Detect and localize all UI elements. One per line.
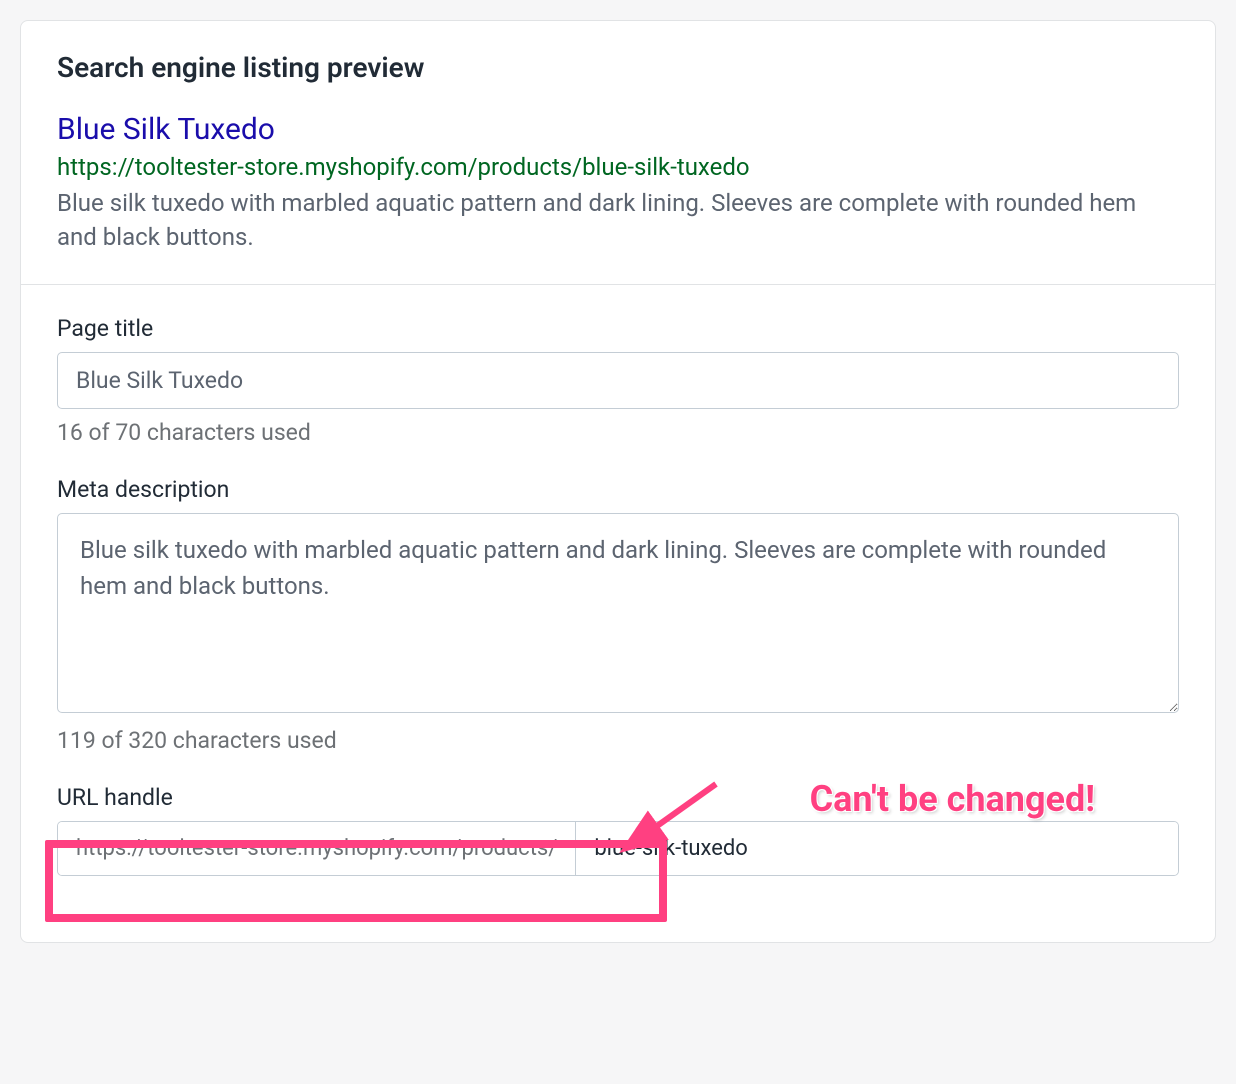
page-title-input[interactable]: [57, 352, 1179, 409]
url-handle-container: https://tooltester-store.myshopify.com/p…: [57, 821, 1179, 876]
url-handle-input[interactable]: [576, 822, 1178, 875]
seo-card: Search engine listing preview Blue Silk …: [20, 20, 1216, 943]
preview-section: Search engine listing preview Blue Silk …: [21, 21, 1215, 285]
preview-title: Blue Silk Tuxedo: [57, 112, 1179, 147]
meta-description-helper: 119 of 320 characters used: [57, 727, 1179, 754]
form-section: Page title 16 of 70 characters used Meta…: [21, 285, 1215, 942]
meta-description-input[interactable]: [57, 513, 1179, 713]
meta-description-group: Meta description 119 of 320 characters u…: [57, 476, 1179, 754]
url-handle-prefix: https://tooltester-store.myshopify.com/p…: [58, 822, 576, 875]
page-title-label: Page title: [57, 315, 1179, 342]
url-handle-group: URL handle https://tooltester-store.mysh…: [57, 784, 1179, 876]
url-handle-label: URL handle: [57, 784, 1179, 811]
page-title-helper: 16 of 70 characters used: [57, 419, 1179, 446]
preview-url: https://tooltester-store.myshopify.com/p…: [57, 153, 1179, 181]
meta-description-label: Meta description: [57, 476, 1179, 503]
page-title-group: Page title 16 of 70 characters used: [57, 315, 1179, 446]
preview-description: Blue silk tuxedo with marbled aquatic pa…: [57, 187, 1179, 254]
preview-heading: Search engine listing preview: [57, 51, 1179, 84]
